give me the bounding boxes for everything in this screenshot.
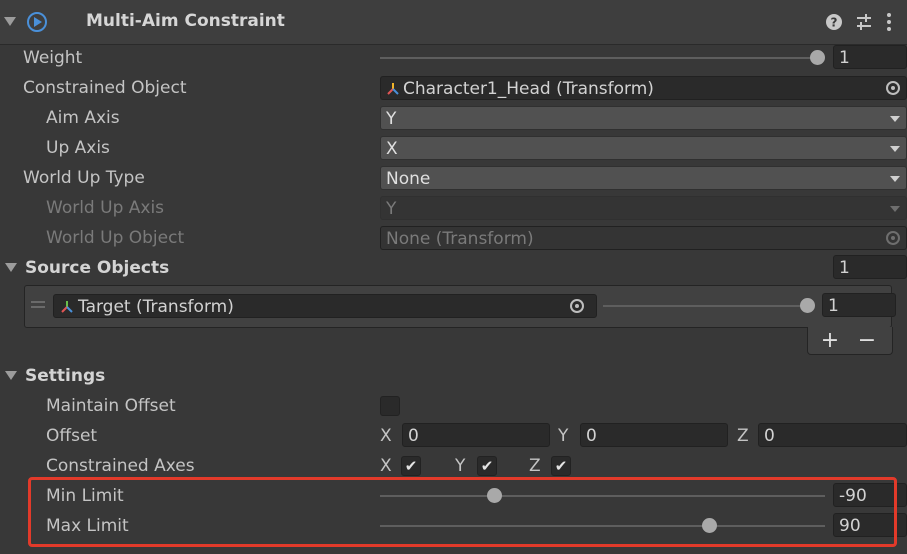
world-up-type-value: None [386, 169, 431, 189]
constrained-object-value: Character1_Head (Transform) [403, 79, 654, 99]
checkmark-icon: ✔ [554, 457, 568, 475]
weight-input[interactable]: 1 [833, 45, 907, 69]
maintain-offset-label: Maintain Offset [46, 396, 176, 416]
checkmark-icon: ✔ [480, 457, 494, 475]
weight-label: Weight [23, 48, 83, 68]
source-objects-count[interactable]: 1 [833, 255, 907, 279]
object-picker-icon[interactable] [886, 81, 900, 95]
highlight-box [28, 477, 897, 547]
offset-z-input[interactable]: 0 [758, 423, 907, 447]
world-up-axis-dropdown: Y [380, 196, 907, 220]
foldout-arrow-icon[interactable] [4, 17, 16, 26]
preset-sliders-icon[interactable] [855, 13, 873, 31]
drag-handle-icon[interactable] [31, 301, 45, 309]
world-up-object-field: None (Transform) [380, 226, 907, 250]
help-icon[interactable]: ? [825, 13, 843, 31]
axes-x-checkbox[interactable]: ✔ [401, 456, 421, 476]
maintain-offset-checkbox[interactable] [380, 396, 400, 416]
checkmark-icon: ✔ [404, 457, 418, 475]
up-axis-label: Up Axis [46, 138, 110, 158]
offset-x-input[interactable]: 0 [402, 423, 550, 447]
settings-label: Settings [25, 366, 106, 386]
world-up-type-dropdown[interactable]: None [380, 166, 907, 190]
source-object-value: Target (Transform) [78, 297, 234, 317]
world-up-object-label: World Up Object [46, 228, 185, 248]
aim-axis-label: Aim Axis [46, 108, 120, 128]
source-weight-slider-track[interactable] [603, 305, 806, 307]
offset-y-label: Y [558, 426, 569, 446]
object-picker-icon [886, 231, 900, 245]
foldout-arrow-icon[interactable] [5, 263, 17, 272]
world-up-axis-label: World Up Axis [46, 198, 165, 218]
constraint-component-icon [27, 12, 47, 32]
foldout-arrow-icon[interactable] [5, 371, 17, 380]
offset-y-input[interactable]: 0 [580, 423, 728, 447]
weight-slider-thumb[interactable] [810, 50, 825, 65]
axes-z-label: Z [529, 456, 541, 476]
transform-icon [61, 301, 73, 313]
svg-text:?: ? [831, 16, 838, 30]
aim-axis-dropdown[interactable]: Y [380, 106, 907, 130]
constrained-object-field[interactable]: Character1_Head (Transform) [380, 76, 907, 100]
axes-z-checkbox[interactable]: ✔ [551, 456, 571, 476]
source-objects-label: Source Objects [25, 258, 170, 278]
component-header[interactable]: Multi-Aim Constraint ? [0, 0, 907, 45]
chevron-down-icon [890, 146, 900, 152]
axes-y-checkbox[interactable]: ✔ [477, 456, 497, 476]
weight-slider-track[interactable] [380, 57, 817, 59]
transform-icon [387, 83, 399, 95]
source-object-field[interactable]: Target (Transform) [53, 294, 597, 318]
offset-label: Offset [46, 426, 98, 446]
axes-x-label: X [380, 456, 392, 476]
source-weight-slider-thumb[interactable] [800, 298, 815, 313]
offset-z-label: Z [737, 426, 749, 446]
add-element-button[interactable]: + [819, 328, 841, 354]
aim-axis-value: Y [386, 109, 397, 129]
source-weight-input[interactable]: 1 [822, 293, 896, 317]
constrained-axes-label: Constrained Axes [46, 456, 195, 476]
chevron-down-icon [890, 206, 900, 212]
axes-y-label: Y [455, 456, 466, 476]
world-up-axis-value: Y [386, 199, 397, 219]
up-axis-dropdown[interactable]: X [380, 136, 907, 160]
offset-x-label: X [380, 426, 392, 446]
constrained-object-label: Constrained Object [23, 78, 187, 98]
chevron-down-icon [890, 116, 900, 122]
chevron-down-icon [890, 176, 900, 182]
kebab-menu-icon[interactable] [885, 12, 893, 32]
remove-element-button[interactable]: − [856, 328, 878, 354]
world-up-object-value: None (Transform) [386, 229, 534, 249]
up-axis-value: X [386, 139, 398, 159]
component-title: Multi-Aim Constraint [86, 11, 285, 31]
object-picker-icon[interactable] [570, 299, 584, 313]
world-up-type-label: World Up Type [23, 168, 145, 188]
